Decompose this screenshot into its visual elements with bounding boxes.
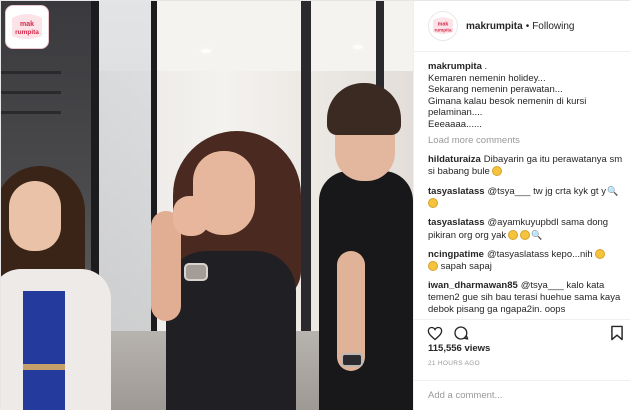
person-hand [173, 196, 209, 236]
comment-username-link[interactable]: ncingpatime [428, 249, 484, 260]
caption-line: Gimana kalau besok nemenin di kursi [428, 95, 587, 107]
separator-dot: • [525, 20, 530, 32]
gold-belt [23, 364, 65, 370]
person-man [319, 171, 413, 410]
post-header: mak rumpita makrumpita • Following [414, 1, 630, 52]
comment: tasyaslatass @tsya___ tw jg crta kyk gt y… [428, 185, 624, 210]
post-video[interactable]: mak rumpita [1, 1, 413, 410]
header-username-link[interactable]: makrumpita [466, 21, 523, 32]
comment-text: @tsya___ tw jg crta kyk gt y [487, 186, 606, 197]
avatar[interactable]: mak rumpita [428, 11, 458, 41]
caption-line: Kemaren nemenin holidey... [428, 72, 546, 84]
caption-username-link[interactable]: makrumpita [428, 61, 482, 72]
stair-step [1, 111, 61, 114]
svg-text:mak: mak [438, 21, 449, 27]
caption-line: Eeeaaaa...... [428, 118, 482, 130]
ceiling-light [353, 45, 363, 49]
grin-emoji-icon [508, 230, 519, 240]
mak-rumpita-logo-icon: mak rumpita [433, 17, 453, 34]
svg-text:rumpita: rumpita [15, 29, 39, 36]
post-sidebar: mak rumpita makrumpita • Following makru… [413, 1, 630, 410]
person-face [9, 181, 61, 251]
svg-text:mak: mak [20, 21, 34, 28]
comments-list[interactable]: makrumpita . Kemaren nemenin holidey... … [428, 61, 624, 319]
blue-top [23, 291, 65, 410]
following-button[interactable]: Following [532, 21, 574, 32]
view-count[interactable]: 115,556 views [428, 343, 490, 354]
brand-logo-badge: mak rumpita [5, 5, 49, 49]
comment-username-link[interactable]: tasyaslatass [428, 186, 485, 197]
save-button[interactable] [608, 324, 626, 342]
instagram-post: mak rumpita mak rumpita makrumpita • Fol… [0, 0, 630, 410]
comment: iwan_dharmawan85 @tsya___ kalo kata temen… [428, 280, 624, 316]
grin-emoji-icon [520, 230, 531, 240]
post-caption: makrumpita . Kemaren nemenin holidey... … [428, 61, 624, 130]
comment: ncingpatime @tasyaslatass kepo...nih sapa… [428, 249, 624, 273]
load-more-comments-link[interactable]: Load more comments [428, 135, 624, 147]
bookmark-icon [611, 325, 623, 341]
stair-step [1, 91, 61, 94]
grin-emoji-icon [594, 249, 605, 259]
magnifier-emoji-icon: 🔍 [606, 186, 619, 196]
wristwatch [341, 353, 363, 367]
comment-username-link[interactable]: hildaturaiza [428, 154, 481, 165]
comment-text: @tasyaslatass kepo...nih [486, 249, 593, 260]
mak-rumpita-logo-icon: mak rumpita [12, 14, 42, 39]
like-button[interactable] [426, 324, 444, 342]
heart-icon [427, 326, 443, 340]
grin-emoji-icon [428, 261, 438, 271]
svg-text:rumpita: rumpita [434, 27, 451, 32]
add-comment-input[interactable]: Add a comment... [414, 380, 630, 410]
comment-text-tail: sapah sapaj [440, 261, 492, 272]
caption-first-word: . [484, 61, 488, 72]
comment-username-link[interactable]: iwan_dharmawan85 [428, 280, 518, 291]
comment-button[interactable] [452, 324, 470, 342]
wristwatch [184, 263, 208, 281]
comment: hildaturaiza Dibayarin ga itu perawatanya… [428, 154, 624, 178]
ceiling-light [201, 49, 211, 53]
grin-emoji-icon [491, 166, 502, 176]
comment-bubble-icon [454, 326, 469, 340]
grin-emoji-icon [428, 198, 438, 208]
post-timestamp[interactable]: 21 HOURS AGO [428, 360, 480, 367]
caption-line: Sekarang nemenin perawatan... [428, 84, 563, 95]
post-actions-bar [414, 319, 630, 341]
comment: tasyaslatass @ayamkuyupbdl sama dong piki… [428, 217, 624, 242]
stair-step [1, 71, 61, 74]
magnifier-emoji-icon: 🔍 [531, 230, 543, 240]
caption-line: pelaminan.... [428, 107, 483, 118]
comment-username-link[interactable]: tasyaslatass [428, 217, 485, 228]
